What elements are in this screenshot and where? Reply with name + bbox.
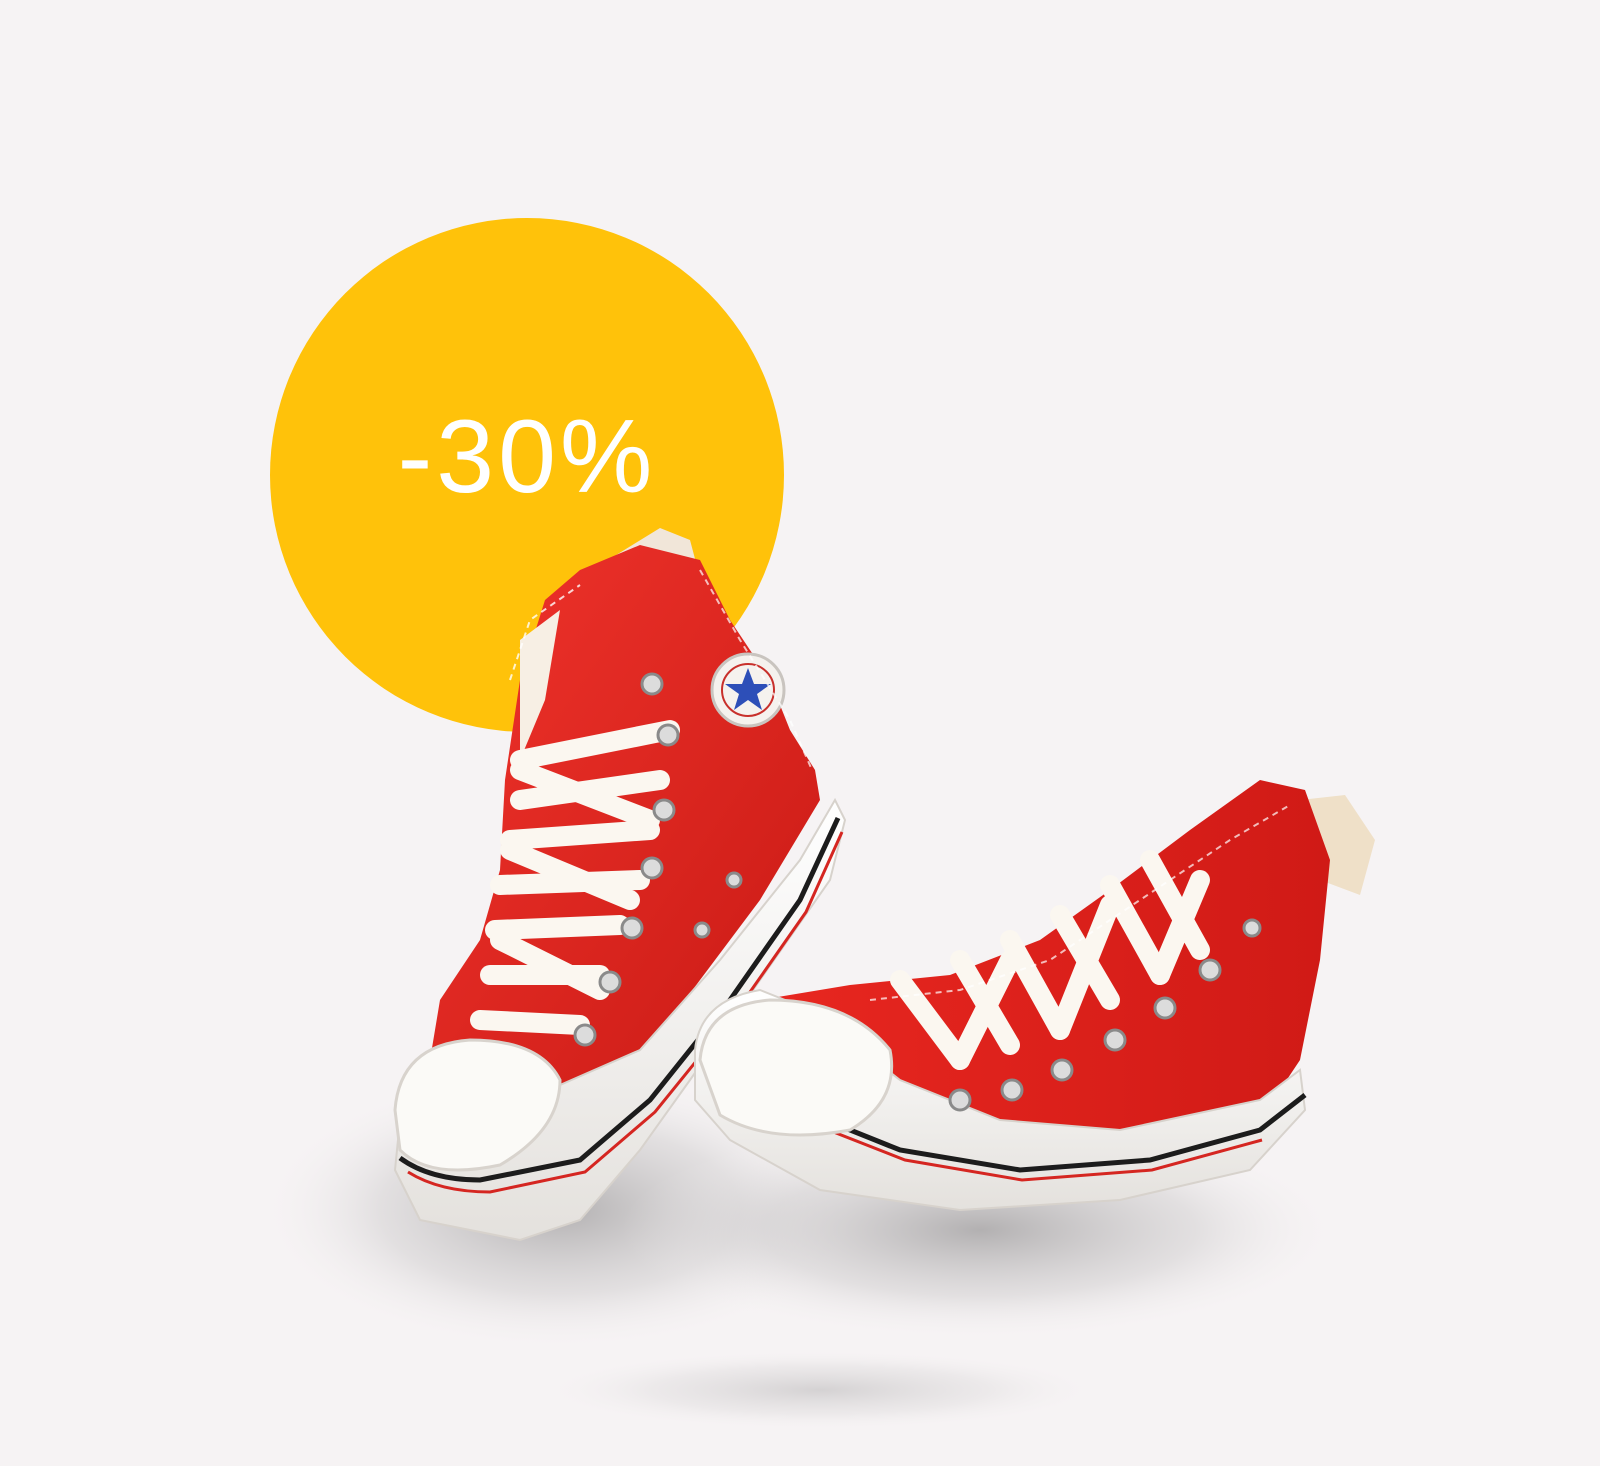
- promo-stage: -30%: [0, 0, 1600, 1466]
- sneakers-image: [260, 528, 1375, 1430]
- discount-label: -30%: [397, 399, 657, 515]
- star-patch-icon: [710, 652, 786, 728]
- right-sneaker: [694, 780, 1375, 1212]
